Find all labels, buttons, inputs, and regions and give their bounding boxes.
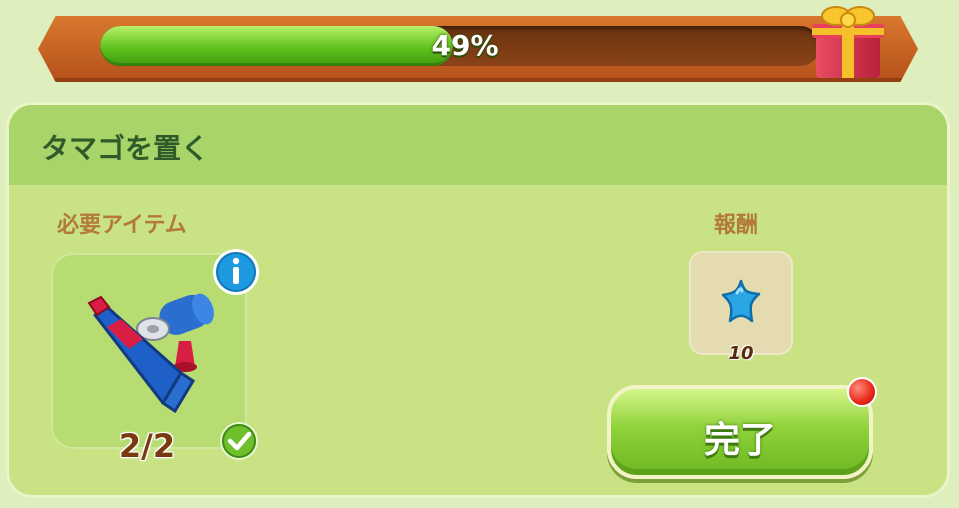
complete-button-label: 完了: [703, 420, 776, 461]
quest-header: タマゴを置く: [9, 105, 947, 185]
blue-star-icon: [721, 279, 761, 323]
complete-button[interactable]: 完了: [607, 385, 873, 479]
reward-label: 報酬: [714, 213, 759, 238]
reward-amount: 10: [728, 343, 754, 364]
check-icon: [220, 422, 258, 460]
quest-card: タマゴを置く 必要アイテム 報酬 2/2 10 完了: [6, 102, 950, 498]
notification-badge: [847, 377, 877, 407]
progress-percent-label: 49%: [431, 29, 499, 62]
glue-tube-tools-icon: [87, 293, 214, 413]
info-icon[interactable]: [211, 247, 261, 297]
quest-title: タマゴを置く: [41, 132, 210, 165]
required-items-label: 必要アイテム: [57, 213, 187, 238]
reward-slot: [689, 251, 793, 355]
gift-box-icon[interactable]: [806, 0, 888, 84]
item-count: 2/2: [118, 427, 176, 465]
